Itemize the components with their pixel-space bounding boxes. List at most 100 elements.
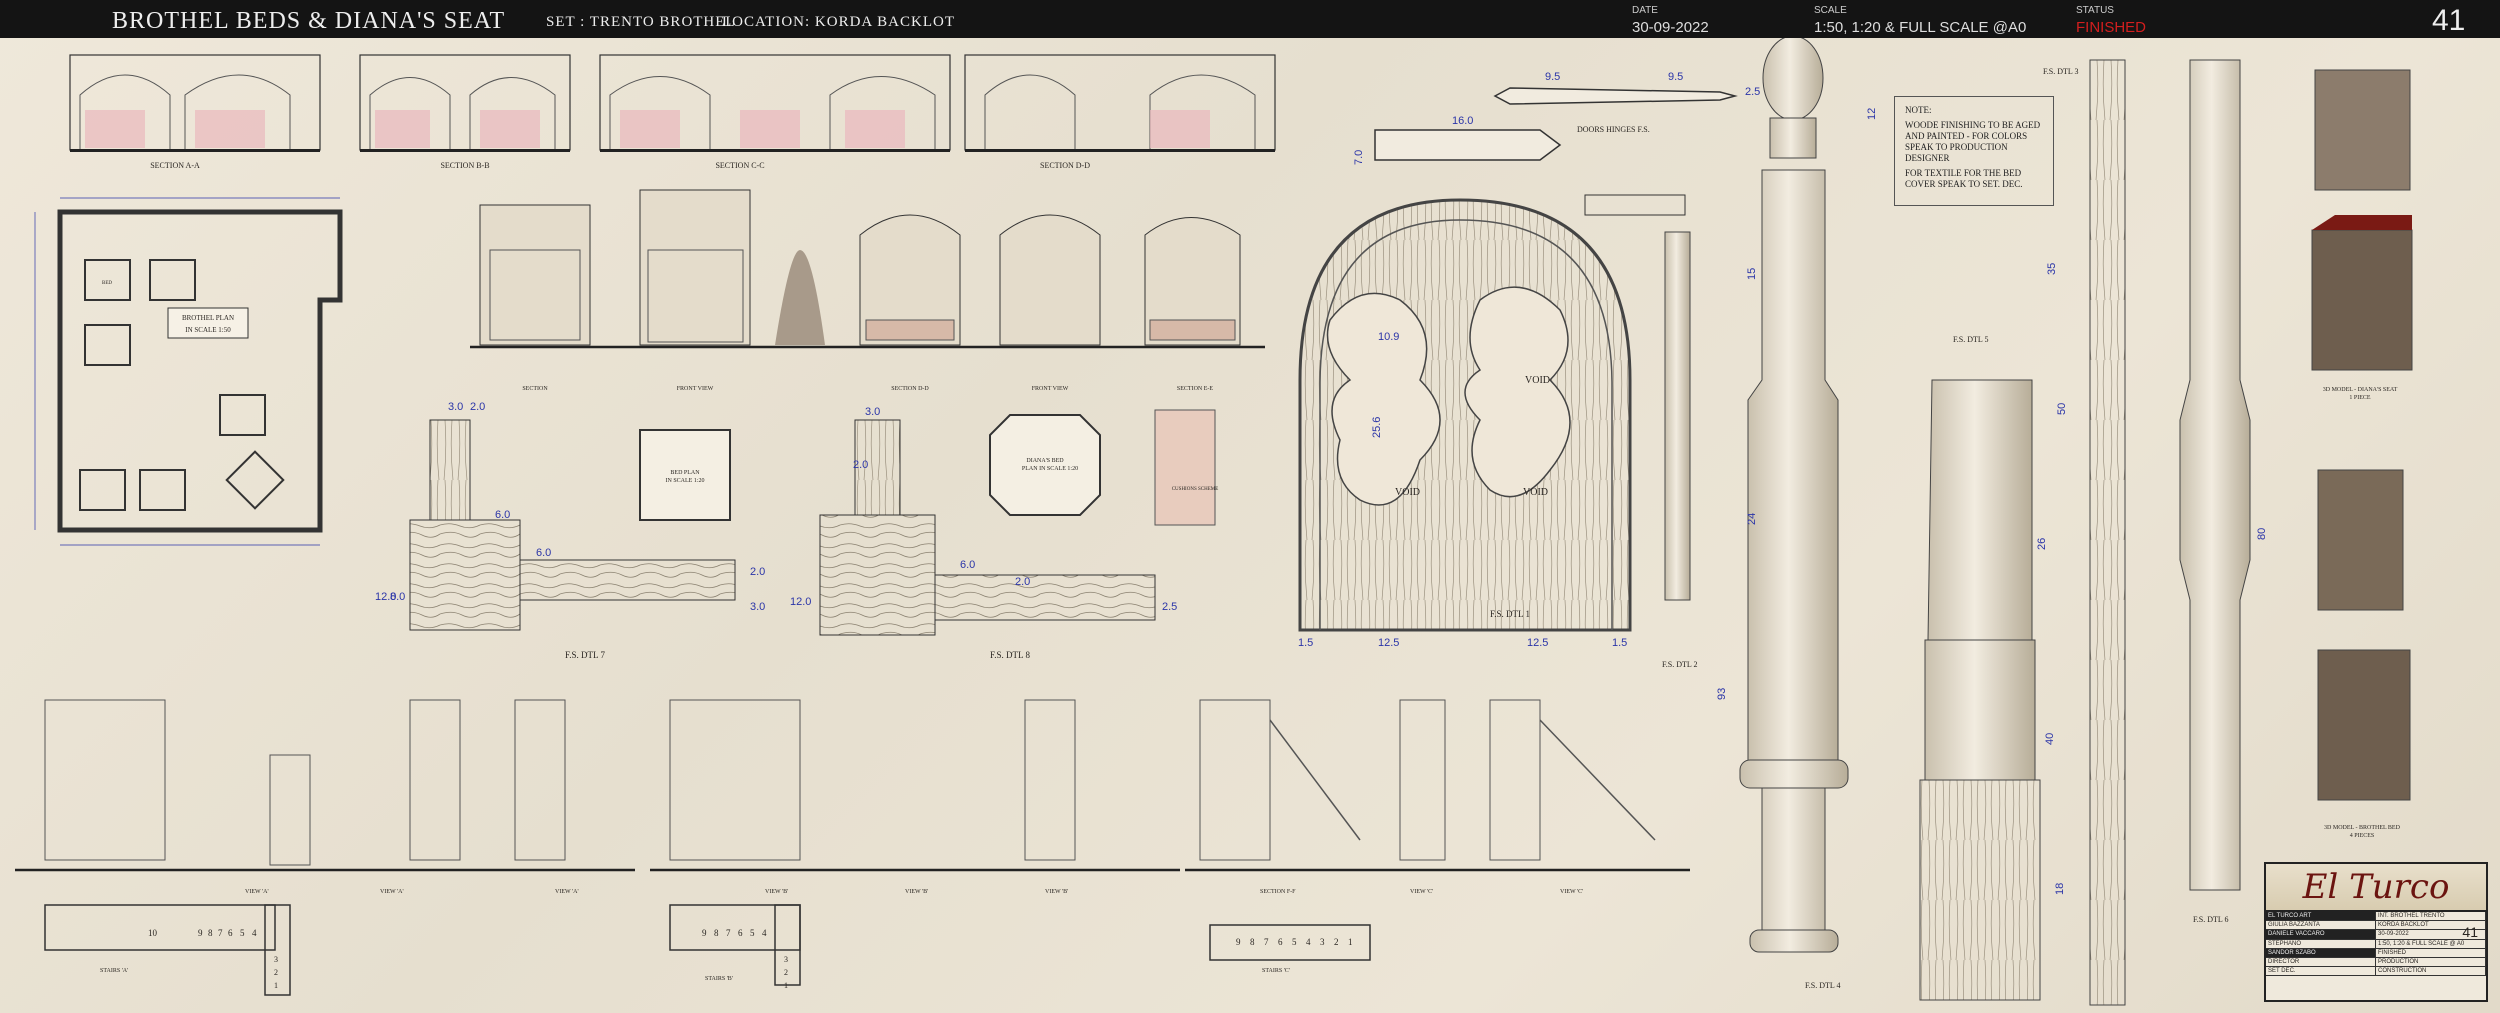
step-c-4: 4 [1306, 937, 1311, 947]
step-a-10: 10 [148, 928, 158, 938]
hinge-dim-16: 16.0 [1452, 115, 1473, 127]
rail-dim-50: 50 [2056, 403, 2068, 415]
step-a-5: 5 [240, 928, 245, 938]
view-label-7: SECTION F-F [1260, 889, 1296, 895]
section-c-label: SECTION C-C [715, 161, 764, 170]
detail-4-post: 12 15 24 93 F.S. DTL 4 [1716, 38, 1878, 990]
technical-drawing: SECTION A-A SECTION B-B SECTION C-C SECT… [15, 38, 2413, 1006]
brothel-plan: BROTHEL PLAN IN SCALE 1:50 BED [34, 197, 343, 546]
detail-6-baluster: 80 F.S. DTL 6 [2179, 59, 2268, 924]
elev-label-4: FRONT VIEW [1032, 386, 1069, 392]
diana-bed-scale: PLAN IN SCALE 1:20 [1022, 466, 1078, 472]
model-bed-label: 3D MODEL - BROTHEL BED [2324, 825, 2401, 831]
side-step-a-3: 3 [274, 955, 278, 964]
rail-dim-35: 35 [2046, 263, 2058, 275]
detail-1-label: F.S. DTL 1 [1490, 609, 1530, 619]
elev-label-5: SECTION E-E [1177, 386, 1213, 392]
drawing-sheet: BROTHEL BEDS & DIANA'S SEAT SET : TRENTO… [0, 0, 2500, 1013]
bed-plan-scale: IN SCALE 1:20 [666, 478, 705, 484]
leg-dim-26: 26 [2036, 538, 2048, 550]
detail-3-label: F.S. DTL 3 [2043, 67, 2079, 76]
title-block-row-1: EL TURCO ART INT. BROTHEL TRENTO [2266, 912, 2486, 922]
step-c-9: 9 [1236, 937, 1241, 947]
title-block-row-7: SET DEC. CONSTRUCTION [2266, 967, 2486, 977]
model-bed-pieces: 4 PIECES [2350, 833, 2375, 839]
d7-dim-6b: 6.0 [536, 547, 551, 559]
step-b-5: 5 [750, 928, 755, 938]
view-label-9: VIEW 'C' [1560, 889, 1583, 895]
date-value: 30-09-2022 [1632, 19, 1709, 36]
plan-title: BROTHEL PLAN [182, 314, 234, 322]
stair-plan-b: 9 8 7 6 5 4 3 2 1 STAIRS 'B' [669, 904, 801, 990]
title-block-row-6: DIRECTOR PRODUCTION [2266, 957, 2486, 968]
view-label-5: VIEW 'B' [905, 889, 928, 895]
title-bar: BROTHEL BEDS & DIANA'S SEAT SET : TRENTO… [0, 0, 2500, 38]
step-b-7: 7 [726, 928, 731, 938]
door-dim-256: 25.6 [1371, 417, 1383, 438]
step-b-4: 4 [762, 928, 767, 938]
step-a-7: 7 [218, 928, 223, 938]
status-label: STATUS [2076, 5, 2114, 16]
view-label-2: VIEW 'A' [380, 889, 404, 895]
hinge-dim-95a: 9.5 [1545, 71, 1560, 83]
void-right-bottom: VOID [1523, 487, 1548, 498]
elev-label-1: SECTION [522, 386, 548, 392]
detail-8: 3.0 2.0 6.0 2.0 2.5 12.0 F.S. DTL 8 [790, 406, 1177, 660]
title-block: El Turco EL TURCO ART INT. BROTHEL TRENTO… [2264, 862, 2488, 1002]
title-block-row-4: STEPHANO 1:50, 1:20 & FULL SCALE @ A0 [2266, 939, 2486, 949]
detail-3-rail: F.S. DTL 3 35 50 [2043, 59, 2126, 1006]
step-b-8: 8 [714, 928, 719, 938]
post-dim-24: 24 [1746, 513, 1758, 525]
stairs-b-label: STAIRS 'B' [705, 976, 733, 982]
room-label: BED [102, 281, 112, 286]
post-dim-93: 93 [1716, 688, 1728, 700]
view-label-4: VIEW 'B' [765, 889, 788, 895]
void-left: VOID [1395, 487, 1420, 498]
scale-value: 1:50, 1:20 & FULL SCALE @A0 [1814, 19, 2027, 36]
detail-5-leg: F.S. DTL 5 26 40 18 [1919, 335, 2066, 1001]
d7-dim-8: 8.0 [390, 591, 405, 603]
view-label-8: VIEW 'C' [1410, 889, 1433, 895]
model-diana-pieces: 1 PIECE [2349, 395, 2371, 401]
side-step-b-3: 3 [784, 955, 788, 964]
d7-dim-6a: 6.0 [495, 509, 510, 521]
door-hinges: 9.5 9.5 2.5 16.0 7.0 DOORS HINGES F.S. [1353, 71, 1760, 165]
title-block-sheet-number: 41 [2462, 924, 2478, 940]
hinges-label: DOORS HINGES F.S. [1577, 125, 1650, 134]
view-label-6: VIEW 'B' [1045, 889, 1068, 895]
detail-7-label: F.S. DTL 7 [565, 650, 605, 660]
d8-dim-25: 2.5 [1162, 601, 1177, 613]
side-step-b-2: 2 [784, 968, 788, 977]
stair-plan-c: 9 8 7 6 5 4 3 2 1 STAIRS 'C' [1209, 924, 1371, 974]
d8-dim-2: 2.0 [853, 459, 868, 471]
side-step-a-1: 1 [274, 981, 278, 990]
step-c-8: 8 [1250, 937, 1255, 947]
el-turco-logo: El Turco [2266, 864, 2486, 912]
title-block-row-3: DANIELE VACCARO 30-09-2022 [2266, 930, 2486, 940]
baluster-dim-80: 80 [2256, 528, 2268, 540]
detail-4-label: F.S. DTL 4 [1805, 981, 1841, 990]
notes-line-2: FOR TEXTILE FOR THE BED COVER SPEAK TO S… [1905, 168, 2023, 189]
section-b-label: SECTION B-B [440, 161, 489, 170]
cushions-label: CUSHIONS SCHEME [1172, 487, 1219, 492]
leg-dim-18: 18 [2054, 883, 2066, 895]
door-dim-109: 10.9 [1378, 331, 1399, 343]
step-c-6: 6 [1278, 937, 1283, 947]
post-dim-12: 12 [1866, 108, 1878, 120]
notes-heading: NOTE: [1905, 105, 1932, 115]
view-label-3: VIEW 'A' [555, 889, 579, 895]
title-block-row-5: SANDOR SZABO FINISHED [2266, 948, 2486, 958]
plan-scale: IN SCALE 1:50 [185, 326, 231, 334]
d8-dim-12: 12.0 [790, 596, 811, 608]
step-a-4: 4 [252, 928, 257, 938]
step-a-9: 9 [198, 928, 203, 938]
leg-dim-40: 40 [2044, 733, 2056, 745]
d8-dim-6: 6.0 [960, 559, 975, 571]
step-c-7: 7 [1264, 937, 1269, 947]
detail-5-label: F.S. DTL 5 [1953, 335, 1989, 344]
d7-dim-3: 3.0 [448, 401, 463, 413]
side-step-b-1: 1 [784, 981, 788, 990]
bed-plan-diagrams: BED PLAN IN SCALE 1:20 DIANA'S BED PLAN … [639, 409, 1219, 526]
step-a-8: 8 [208, 928, 213, 938]
d7-dim-2: 2.0 [470, 401, 485, 413]
